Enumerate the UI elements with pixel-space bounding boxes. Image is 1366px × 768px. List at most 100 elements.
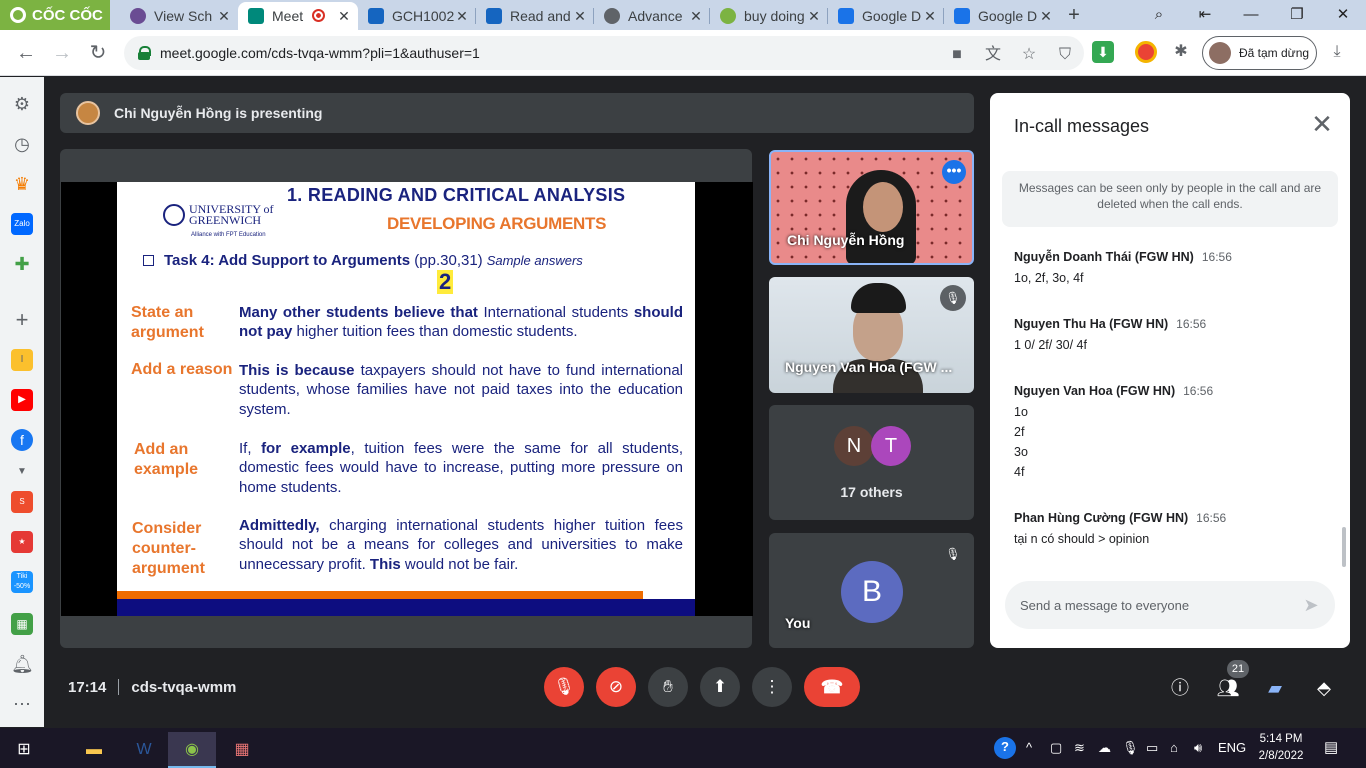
volume-icon[interactable]: 🔊︎: [1194, 738, 1202, 758]
text-plain: International students: [477, 304, 634, 321]
profile-paused-button[interactable]: Đã tạm dừng: [1202, 36, 1317, 70]
notification-bell-icon[interactable]: 🔔︎: [11, 653, 34, 675]
people-icon[interactable]: 👥︎: [1215, 675, 1241, 701]
chevron-up-icon[interactable]: ^: [1026, 738, 1032, 758]
chat-scrollbar[interactable]: [1342, 527, 1346, 567]
language-indicator[interactable]: ENG: [1218, 738, 1246, 758]
microphone-tray-icon[interactable]: 🎙︎: [1122, 738, 1139, 758]
network-icon[interactable]: ⌂: [1170, 738, 1178, 758]
tab-read-and[interactable]: Read and ✕: [476, 2, 594, 30]
participant-face: [863, 182, 903, 232]
tab-buy-doing[interactable]: buy doing ✕: [710, 2, 828, 30]
notifications-icon[interactable]: ▤: [1324, 738, 1338, 758]
close-icon[interactable]: ✕: [806, 8, 822, 24]
word-icon[interactable]: W: [120, 732, 168, 768]
camera-toggle-button[interactable]: ⊘: [596, 667, 636, 707]
meeting-info-icon[interactable]: ⓘ: [1167, 675, 1193, 701]
slide-footer-navy: [117, 599, 695, 616]
close-icon[interactable]: ✕: [1308, 111, 1336, 139]
tab-google-docs-2[interactable]: Google D ✕: [944, 2, 1060, 30]
present-now-button[interactable]: ⬆: [700, 667, 740, 707]
bookmark-star-icon[interactable]: ☆: [1018, 44, 1040, 66]
send-icon[interactable]: ➤: [1299, 593, 1323, 617]
zalo-icon[interactable]: Zalo: [11, 213, 33, 235]
tab-favicon: [486, 8, 502, 24]
facebook-icon[interactable]: f: [11, 429, 33, 451]
tab-meet[interactable]: Meet ✕: [238, 2, 358, 30]
leave-call-button[interactable]: ☎︎: [804, 667, 860, 707]
file-explorer-icon[interactable]: ▬: [70, 732, 118, 768]
tab-google-docs-1[interactable]: Google D ✕: [828, 2, 944, 30]
coccoc-taskbar-icon[interactable]: ◉: [168, 732, 216, 768]
new-tab-button[interactable]: +: [1062, 3, 1086, 27]
history-icon[interactable]: ◷: [11, 133, 33, 155]
window-close-button[interactable]: ✕: [1320, 0, 1366, 30]
chevron-down-icon[interactable]: ▼: [11, 461, 33, 483]
close-icon[interactable]: ✕: [572, 8, 588, 24]
youtube-icon[interactable]: ▶: [11, 389, 33, 411]
crown-icon[interactable]: ♛: [11, 173, 33, 195]
tile-participant[interactable]: 🎙︎ Nguyen Van Hoa (FGW ...: [769, 277, 974, 393]
downloads-icon[interactable]: ⤓: [1326, 41, 1348, 63]
mic-off-icon: 🎙︎: [945, 547, 961, 561]
tiki-icon[interactable]: Tiki -50%: [11, 571, 33, 593]
in-call-messages-panel: In-call messages ✕ Messages can be seen …: [990, 93, 1350, 648]
present-screen-icon: ⬆: [712, 677, 728, 696]
wifi-icon[interactable]: ≋: [1074, 738, 1085, 758]
tile-self[interactable]: B 🎙︎ You: [769, 533, 974, 648]
close-icon[interactable]: ✕: [1038, 8, 1054, 24]
camera-icon[interactable]: ■: [946, 44, 968, 66]
windows-start-icon[interactable]: ⊞: [0, 732, 48, 768]
help-icon[interactable]: ?: [994, 737, 1016, 759]
tab-advance[interactable]: Advance ✕: [594, 2, 710, 30]
microphone-toggle-button[interactable]: 🎙︎: [544, 667, 584, 707]
system-clock[interactable]: 5:14 PM 2/8/2022: [1256, 731, 1306, 765]
raise-hand-button[interactable]: ✋︎: [648, 667, 688, 707]
extension-icon[interactable]: [1135, 41, 1157, 63]
battery-icon[interactable]: ▭: [1146, 738, 1158, 758]
close-icon[interactable]: ✕: [454, 8, 470, 24]
cloud-icon[interactable]: ☁: [1098, 738, 1111, 758]
tab-view-schedule[interactable]: View Sch ✕: [120, 2, 238, 30]
gamepad-icon[interactable]: ✚: [11, 253, 33, 275]
close-icon[interactable]: ✕: [216, 8, 232, 24]
activities-icon[interactable]: ⬘: [1311, 675, 1337, 701]
coccoc-logo[interactable]: CỐC CỐC: [0, 0, 110, 30]
more-options-icon[interactable]: •••: [942, 160, 966, 184]
message-sender: Nguyen Van Hoa (FGW HN): [1014, 384, 1176, 398]
tile-presenter[interactable]: ••• Chi Nguyễn Hồng: [769, 150, 974, 265]
translate-icon[interactable]: 文: [982, 44, 1004, 66]
close-icon[interactable]: ✕: [922, 8, 938, 24]
reload-button[interactable]: ↻: [84, 39, 112, 67]
forward-button[interactable]: →: [48, 39, 76, 67]
minimize-to-sidebar-icon[interactable]: ⇤: [1182, 0, 1228, 30]
address-bar[interactable]: meet.google.com/cds-tvqa-wmm?pli=1&authu…: [124, 36, 1084, 70]
close-icon[interactable]: ✕: [688, 8, 704, 24]
shield-icon[interactable]: ⛉: [1054, 44, 1076, 66]
more-horizontal-icon[interactable]: ⋯: [11, 693, 33, 715]
meeting-details: 17:14 cds-tvqa-wmm: [68, 679, 236, 696]
presentation-slide: UNIVERSITY of GREENWICH Alliance with FPT…: [117, 182, 695, 616]
add-sidebar-item-icon[interactable]: +: [11, 309, 33, 331]
tab-search-icon[interactable]: ⌕: [1136, 0, 1182, 30]
download-extension-icon[interactable]: ⬇: [1092, 41, 1114, 63]
more-options-button[interactable]: ⋮: [752, 667, 792, 707]
tab-gch1002[interactable]: GCH1002 ✕: [358, 2, 476, 30]
gift-icon[interactable]: ★: [11, 531, 33, 553]
app-taskbar-icon[interactable]: ▦: [218, 732, 266, 768]
shopee-icon[interactable]: S: [11, 491, 33, 513]
settings-gear-icon[interactable]: ⚙: [11, 93, 33, 115]
back-button[interactable]: ←: [12, 39, 40, 67]
sheets-icon[interactable]: ▦: [11, 613, 33, 635]
minimize-button[interactable]: —: [1228, 0, 1274, 30]
maximize-button[interactable]: ❐: [1274, 0, 1320, 30]
chat-icon[interactable]: ▰: [1262, 675, 1288, 701]
divider: [118, 679, 120, 695]
extensions-puzzle-icon[interactable]: ✱: [1170, 41, 1192, 63]
chat-message-input[interactable]: Send a message to everyone ➤: [1005, 581, 1335, 629]
tile-others[interactable]: N T 17 others: [769, 405, 974, 520]
notes-icon[interactable]: I: [11, 349, 33, 371]
meet-now-icon[interactable]: ▢: [1050, 738, 1062, 758]
close-icon[interactable]: ✕: [336, 8, 352, 24]
shared-screen[interactable]: UNIVERSITY of GREENWICH Alliance with FPT…: [61, 182, 753, 616]
